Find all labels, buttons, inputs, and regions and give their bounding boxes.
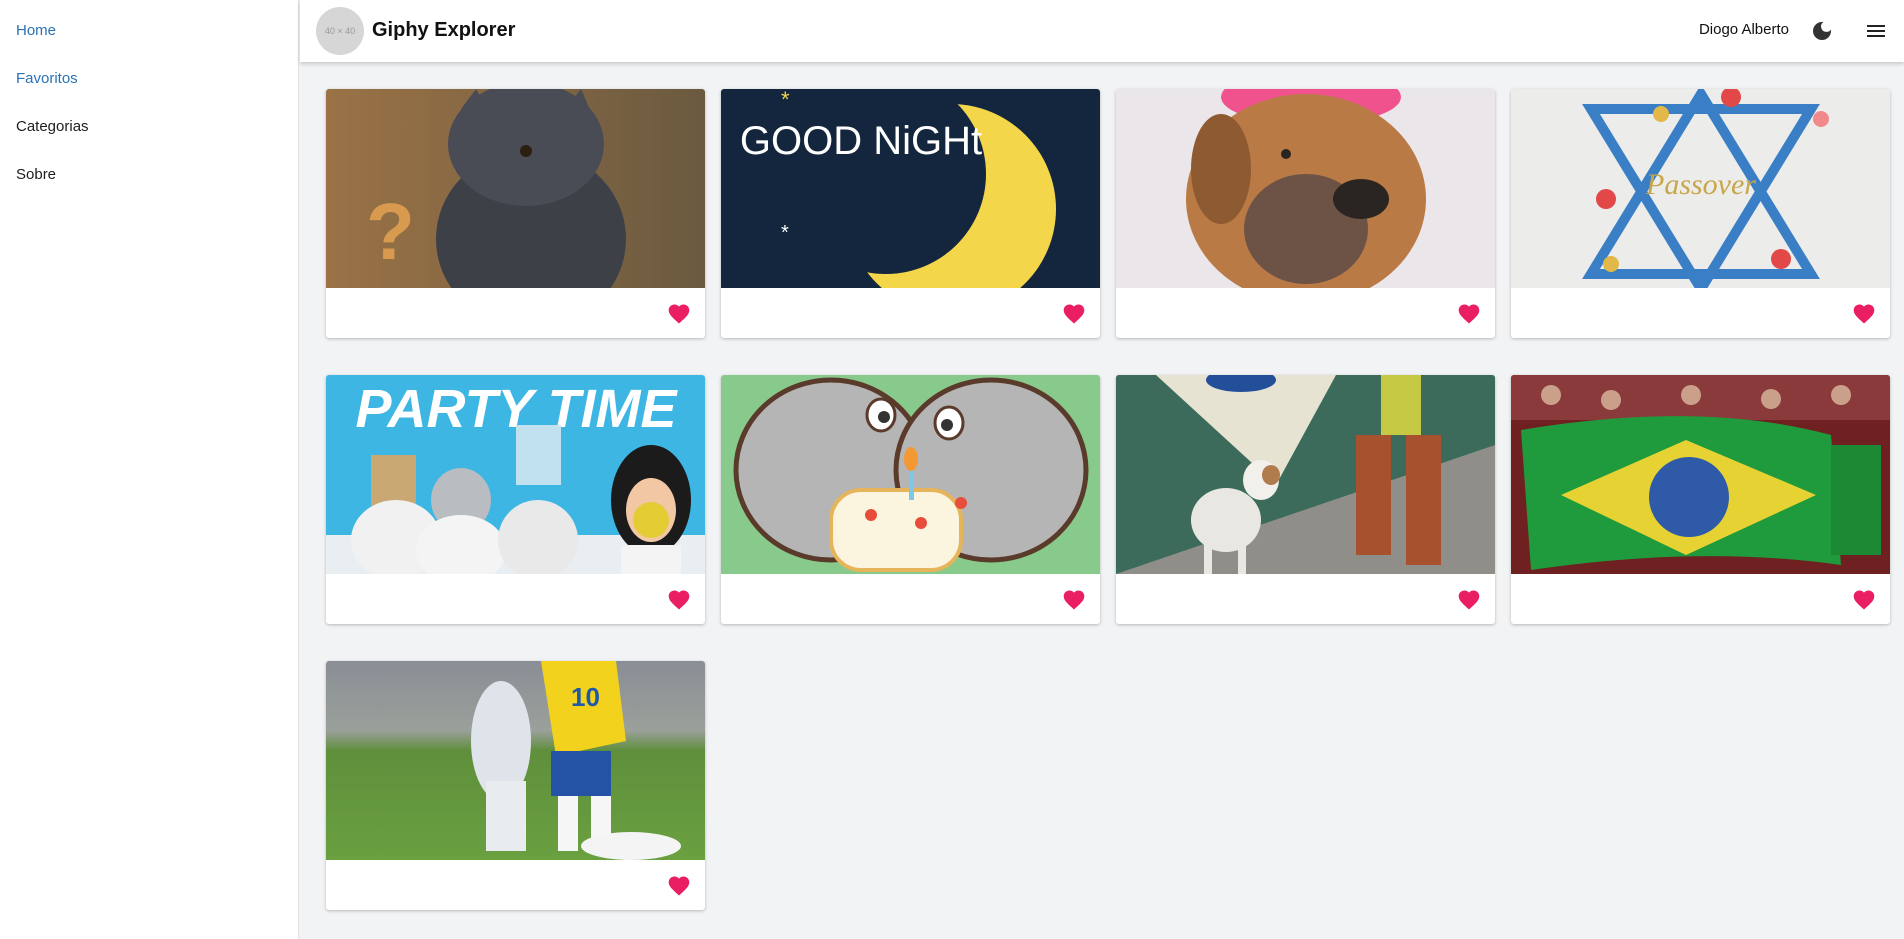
gif-image[interactable]: ?	[326, 89, 705, 288]
menu-icon[interactable]	[1864, 19, 1888, 43]
favorite-heart-icon[interactable]	[1852, 302, 1876, 324]
svg-text:*: *	[1036, 244, 1045, 269]
app-title: Giphy Explorer	[372, 19, 516, 41]
gif-image[interactable]: GOOD NiGHt * * *	[721, 89, 1100, 288]
avatar: 40 × 40	[316, 7, 364, 55]
gif-image[interactable]	[1116, 375, 1495, 574]
moon-icon[interactable]	[1810, 19, 1834, 43]
sidebar-item-sobre[interactable]: Sobre	[16, 166, 56, 183]
gif-card	[721, 375, 1100, 624]
favorite-heart-icon[interactable]	[667, 302, 691, 324]
favorite-heart-icon[interactable]	[667, 588, 691, 610]
favorite-heart-icon[interactable]	[1062, 588, 1086, 610]
svg-text:*: *	[781, 89, 790, 112]
sidebar-item-home[interactable]: Home	[16, 22, 56, 39]
gif-image[interactable]: Passover	[1511, 89, 1890, 288]
gif-card: GOOD NiGHt * * *	[721, 89, 1100, 338]
sidebar: Home Favoritos Categorias Sobre	[0, 0, 299, 939]
favorite-heart-icon[interactable]	[1457, 302, 1481, 324]
gif-card: Passover	[1511, 89, 1890, 338]
favorite-heart-icon[interactable]	[1062, 302, 1086, 324]
user-name[interactable]: Diogo Alberto	[1699, 21, 1789, 38]
gif-card	[1116, 375, 1495, 624]
gif-image[interactable]	[1116, 89, 1495, 288]
gif-card: ?	[326, 89, 705, 338]
gif-image[interactable]	[1511, 375, 1890, 574]
gif-card	[1116, 89, 1495, 338]
svg-text:?: ?	[366, 187, 415, 276]
favorite-heart-icon[interactable]	[1457, 588, 1481, 610]
sidebar-item-favoritos[interactable]: Favoritos	[16, 70, 78, 87]
sidebar-item-categorias[interactable]: Categorias	[16, 118, 89, 135]
favorite-heart-icon[interactable]	[667, 874, 691, 896]
gif-image[interactable]	[721, 375, 1100, 574]
gif-card	[1511, 375, 1890, 624]
gif-image[interactable]: 10	[326, 661, 705, 860]
gif-card: PARTY TIME	[326, 375, 705, 624]
gif-caption: Passover	[1645, 168, 1756, 201]
gif-image[interactable]: PARTY TIME	[326, 375, 705, 574]
gif-caption: 10	[571, 682, 600, 712]
gif-caption: GOOD NiGHt	[740, 119, 982, 163]
svg-text:*: *	[781, 222, 789, 244]
app-header: 40 × 40 Giphy Explorer Diogo Alberto	[300, 0, 1904, 62]
gif-card: 10	[326, 661, 705, 910]
favorite-heart-icon[interactable]	[1852, 588, 1876, 610]
